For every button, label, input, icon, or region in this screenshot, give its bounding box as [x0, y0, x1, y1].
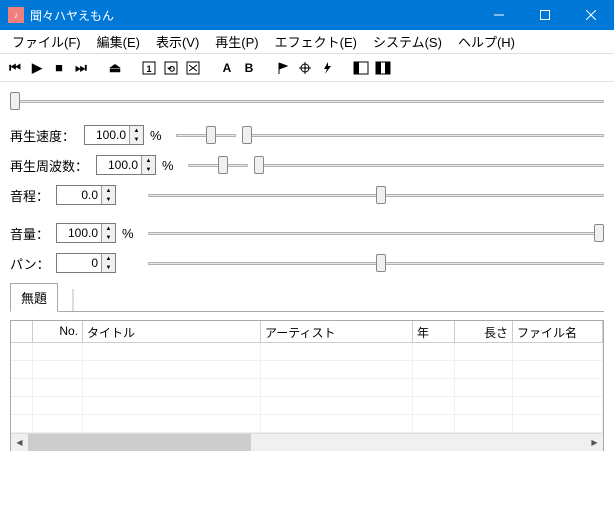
volume-slider[interactable]: [148, 224, 604, 242]
col-title[interactable]: タイトル: [83, 321, 261, 343]
table-row: [11, 415, 603, 433]
tab-untitled[interactable]: 無題: [10, 283, 58, 312]
app-icon: ♪: [8, 7, 24, 23]
pan-slider[interactable]: [148, 254, 604, 272]
freq-input[interactable]: [97, 158, 141, 172]
percent-label: %: [150, 128, 166, 143]
play-icon[interactable]: ▶: [28, 59, 46, 77]
volume-label: 音量：: [10, 224, 52, 243]
speed-down-button[interactable]: ▼: [129, 135, 143, 144]
view-mode-b-icon[interactable]: [374, 59, 392, 77]
repeat-all-icon[interactable]: ⟲: [162, 59, 180, 77]
pitch-slider[interactable]: [148, 186, 604, 204]
pan-label: パン：: [10, 254, 52, 273]
bolt-icon[interactable]: [318, 59, 336, 77]
menu-system[interactable]: システム(S): [365, 29, 450, 54]
shuffle-icon[interactable]: [184, 59, 202, 77]
menu-file[interactable]: ファイル(F): [4, 29, 89, 54]
marker-b-button[interactable]: B: [240, 59, 258, 77]
next-track-icon[interactable]: ⏭: [72, 59, 90, 77]
freq-up-button[interactable]: ▲: [141, 156, 155, 165]
freq-down-button[interactable]: ▼: [141, 165, 155, 174]
pan-spinner[interactable]: ▲▼: [56, 253, 116, 273]
col-no[interactable]: No.: [33, 321, 83, 343]
table-row: [11, 379, 603, 397]
pitch-up-button[interactable]: ▲: [101, 186, 115, 195]
percent-label: %: [162, 158, 178, 173]
col-year[interactable]: 年: [413, 321, 455, 343]
playlist-grid: No. タイトル アーティスト 年 長さ ファイル名 ◀ ▶: [10, 320, 604, 451]
scroll-left-icon[interactable]: ◀: [11, 434, 28, 451]
scroll-right-icon[interactable]: ▶: [586, 434, 603, 451]
table-row: [11, 361, 603, 379]
svg-text:1: 1: [146, 64, 151, 74]
menu-effect[interactable]: エフェクト(E): [267, 29, 365, 54]
col-artist[interactable]: アーティスト: [261, 321, 413, 343]
scroll-thumb[interactable]: [28, 434, 251, 451]
window-title: 聞々ハヤえもん: [30, 7, 476, 24]
speed-spinner[interactable]: ▲▼: [84, 125, 144, 145]
main-window: ♪ 聞々ハヤえもん ファイル(F) 編集(E) 表示(V) 再生(P) エフェク…: [0, 0, 614, 514]
volume-spinner[interactable]: ▲▼: [56, 223, 116, 243]
volume-up-button[interactable]: ▲: [101, 224, 115, 233]
menu-play[interactable]: 再生(P): [207, 29, 266, 54]
grid-body[interactable]: [11, 343, 603, 433]
toolbar: ⏮ ▶ ■ ⏭ ⏏ 1 ⟲ A B: [0, 54, 614, 82]
titlebar: ♪ 聞々ハヤえもん: [0, 0, 614, 30]
stop-icon[interactable]: ■: [50, 59, 68, 77]
freq-spinner[interactable]: ▲▼: [96, 155, 156, 175]
pitch-down-button[interactable]: ▼: [101, 195, 115, 204]
table-row: [11, 343, 603, 361]
target-icon[interactable]: [296, 59, 314, 77]
eject-icon[interactable]: ⏏: [106, 59, 124, 77]
marker-a-button[interactable]: A: [218, 59, 236, 77]
view-mode-a-icon[interactable]: [352, 59, 370, 77]
pitch-spinner[interactable]: ▲▼: [56, 185, 116, 205]
col-checkbox[interactable]: [11, 321, 33, 343]
menu-help[interactable]: ヘルプ(H): [450, 29, 523, 54]
prev-track-icon[interactable]: ⏮: [6, 59, 24, 77]
flag-icon[interactable]: [274, 59, 292, 77]
volume-down-button[interactable]: ▼: [101, 233, 115, 242]
freq-fine-slider[interactable]: [188, 156, 248, 174]
position-slider[interactable]: [10, 92, 604, 110]
speed-slider[interactable]: [242, 126, 604, 144]
col-length[interactable]: 長さ: [455, 321, 513, 343]
freq-label: 再生周波数：: [10, 156, 92, 175]
percent-label: %: [122, 226, 138, 241]
pitch-input[interactable]: [57, 188, 101, 202]
speed-label: 再生速度：: [10, 126, 80, 145]
pan-up-button[interactable]: ▲: [101, 254, 115, 263]
pan-input[interactable]: [57, 256, 101, 270]
col-file[interactable]: ファイル名: [513, 321, 603, 343]
speed-input[interactable]: [85, 128, 129, 142]
pan-down-button[interactable]: ▼: [101, 263, 115, 272]
table-row: [11, 397, 603, 415]
freq-slider[interactable]: [254, 156, 604, 174]
speed-up-button[interactable]: ▲: [129, 126, 143, 135]
close-button[interactable]: [568, 0, 614, 30]
maximize-button[interactable]: [522, 0, 568, 30]
grid-header: No. タイトル アーティスト 年 長さ ファイル名: [11, 321, 603, 343]
menu-edit[interactable]: 編集(E): [89, 29, 148, 54]
menu-view[interactable]: 表示(V): [148, 29, 207, 54]
playlist-tabs: 無題: [10, 286, 604, 312]
volume-input[interactable]: [57, 226, 101, 240]
tab-add-handle[interactable]: [72, 289, 74, 311]
repeat-one-icon[interactable]: 1: [140, 59, 158, 77]
menubar: ファイル(F) 編集(E) 表示(V) 再生(P) エフェクト(E) システム(…: [0, 30, 614, 54]
minimize-button[interactable]: [476, 0, 522, 30]
horizontal-scrollbar[interactable]: ◀ ▶: [11, 433, 603, 450]
pitch-label: 音程：: [10, 186, 52, 205]
svg-text:⟲: ⟲: [167, 64, 175, 74]
speed-fine-slider[interactable]: [176, 126, 236, 144]
